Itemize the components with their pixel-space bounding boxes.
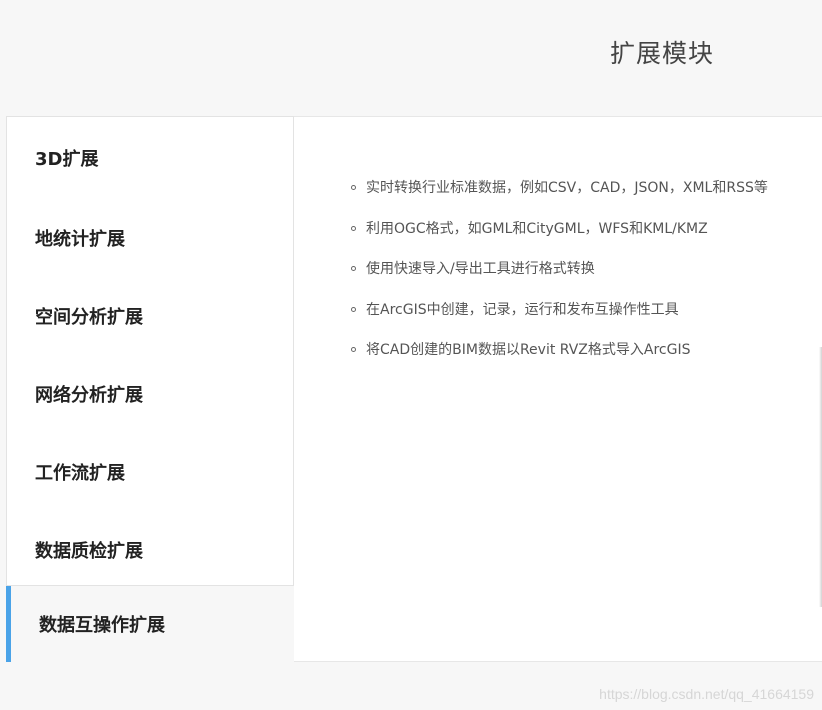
tab-3d-extension[interactable]: 3D扩展 xyxy=(7,117,293,199)
module-tab-list: 3D扩展 地统计扩展 空间分析扩展 网络分析扩展 工作流扩展 数据质检扩展 xyxy=(6,116,294,586)
watermark: https://blog.csdn.net/qq_41664159 xyxy=(599,686,814,702)
tab-data-interoperability-extension[interactable]: 数据互操作扩展 xyxy=(6,586,294,662)
page-title: 扩展模块 xyxy=(610,39,715,68)
tab-spatial-analysis-extension[interactable]: 空间分析扩展 xyxy=(7,277,293,355)
feature-list: 实时转换行业标准数据，例如CSV，CAD，JSON，XML和RSS等 利用OGC… xyxy=(348,168,768,371)
feature-item-1: 实时转换行业标准数据，例如CSV，CAD，JSON，XML和RSS等 xyxy=(348,168,768,209)
tab-network-analysis-extension[interactable]: 网络分析扩展 xyxy=(7,355,293,433)
tab-data-quality-extension[interactable]: 数据质检扩展 xyxy=(7,511,293,589)
feature-item-4: 在ArcGIS中创建，记录，运行和发布互操作性工具 xyxy=(348,290,768,331)
feature-item-2: 利用OGC格式，如GML和CityGML，WFS和KML/KMZ xyxy=(348,209,768,250)
tab-geostatistics-extension[interactable]: 地统计扩展 xyxy=(7,199,293,277)
tab-workflow-extension[interactable]: 工作流扩展 xyxy=(7,433,293,511)
feature-item-3: 使用快速导入/导出工具进行格式转换 xyxy=(348,249,768,290)
feature-item-5: 将CAD创建的BIM数据以Revit RVZ格式导入ArcGIS xyxy=(348,330,768,371)
